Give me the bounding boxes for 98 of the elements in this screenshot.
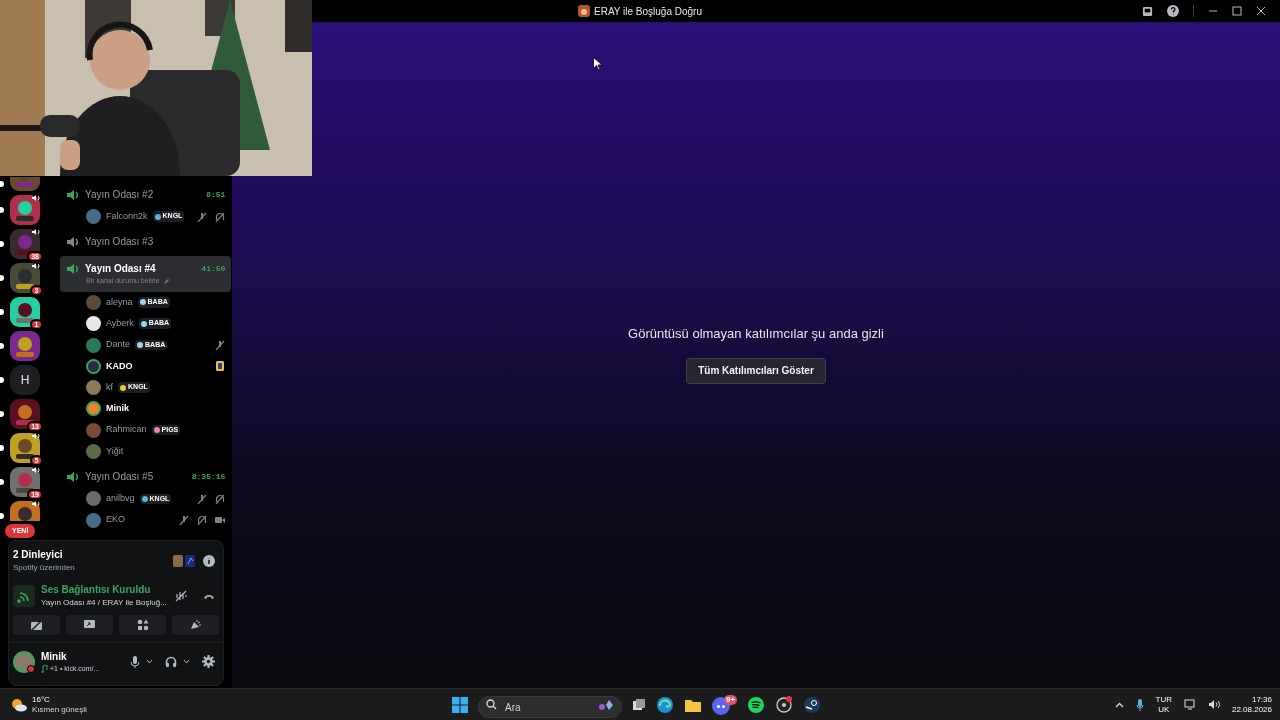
clock-time[interactable]: 17:36	[1251, 694, 1272, 705]
channel-name[interactable]: Yayın Odası #5	[85, 469, 186, 485]
server-icon[interactable]	[10, 263, 40, 293]
channel-name[interactable]: Yayın Odası #3	[85, 234, 226, 250]
user-name[interactable]: kf	[106, 380, 113, 395]
user-name[interactable]: Falconn2k	[106, 209, 148, 224]
user-name[interactable]: Dante	[106, 338, 131, 352]
microphone-icon[interactable]	[130, 655, 140, 668]
clock-date[interactable]: 22.08.2026	[1231, 704, 1272, 715]
recorder-icon[interactable]	[775, 695, 794, 714]
avatars-icon	[173, 554, 197, 567]
music-note-icon	[41, 665, 48, 674]
search-field[interactable]: Ara	[478, 696, 622, 718]
window-title: ERAY ile Boşluğa Doğru	[594, 4, 702, 19]
weather-condition: Kısmen güneşli	[32, 704, 87, 715]
server-icon[interactable]	[10, 433, 40, 463]
channel-name[interactable]: Yayın Odası #2	[85, 187, 201, 202]
unread-indicator	[0, 479, 4, 485]
unread-indicator	[0, 309, 4, 315]
maximize-icon[interactable]	[1232, 6, 1242, 16]
close-icon[interactable]	[1256, 6, 1266, 16]
user-name[interactable]: anilbvg	[106, 492, 135, 506]
server-icon[interactable]	[10, 331, 40, 361]
unread-indicator	[0, 513, 4, 519]
listeners-title: 2 Dinleyici	[13, 548, 64, 562]
unread-indicator	[0, 445, 4, 451]
user-name[interactable]: Minik	[106, 402, 129, 416]
chevron-up-icon[interactable]	[1114, 701, 1124, 708]
camera-off-button[interactable]	[13, 615, 60, 635]
server-icon[interactable]	[10, 195, 40, 225]
server-icon[interactable]: H	[10, 365, 40, 395]
settings-icon[interactable]	[202, 655, 215, 669]
camera-off-icon	[30, 619, 43, 631]
music-app-icon[interactable]	[747, 695, 766, 714]
weather-icon[interactable]	[10, 696, 28, 713]
unread-indicator	[0, 181, 4, 187]
server-icon[interactable]	[10, 501, 40, 521]
unread-indicator	[0, 241, 4, 247]
activities-button[interactable]	[119, 615, 166, 635]
microphone-icon[interactable]	[1135, 698, 1144, 711]
network-icon[interactable]	[1183, 699, 1196, 710]
pencil-icon[interactable]	[162, 278, 170, 286]
input-language[interactable]: TUR	[1155, 694, 1172, 705]
user-avatar[interactable]	[86, 316, 101, 332]
server-icon[interactable]	[10, 297, 40, 327]
keyboard-layout[interactable]: UK	[1158, 704, 1170, 715]
soundboard-button[interactable]	[172, 615, 219, 635]
call-duration: 8:51	[206, 188, 226, 201]
start-icon[interactable]	[452, 696, 468, 713]
search-icon	[486, 699, 497, 710]
listeners-subtitle: Spotify üzerinden	[13, 562, 76, 574]
task-view-icon[interactable]	[632, 697, 646, 712]
user-name[interactable]: Rahmican	[106, 423, 147, 437]
headphones-icon[interactable]	[165, 655, 177, 668]
shapes-icon	[136, 619, 149, 631]
caret-icon[interactable]	[146, 659, 153, 665]
channel-item[interactable]: Yayın Odası #5 8:35:16	[60, 465, 232, 489]
call-duration: 41:50	[201, 262, 226, 275]
volume-icon[interactable]	[1207, 699, 1220, 710]
inbox-icon[interactable]	[1142, 5, 1153, 17]
notification-badge: 9+	[724, 694, 738, 705]
server-icon[interactable]	[10, 229, 40, 259]
channel-name: Yayın Odası #4	[85, 262, 157, 277]
hidden-participants-message: Görüntüsü olmayan katılımcılar şu anda gizli	[628, 325, 884, 343]
user-avatar[interactable]	[86, 358, 101, 374]
show-all-participants-button[interactable]: Tüm Katılımcıları Göster	[686, 357, 826, 384]
voice-channel: Yayın Odası #4 / ERAY ile Boşluğ...	[41, 597, 168, 609]
user-name[interactable]: Ayberk	[106, 317, 134, 331]
party-popper-icon	[189, 619, 202, 631]
caret-icon[interactable]	[183, 659, 190, 665]
unread-indicator	[0, 343, 4, 349]
channel-item[interactable]: Yayın Odası #2 8:51	[60, 183, 232, 206]
unread-indicator	[0, 411, 4, 417]
help-icon[interactable]	[1167, 5, 1179, 17]
unread-indicator	[0, 377, 4, 383]
user-name[interactable]: aleyna	[106, 295, 133, 310]
noise-off-icon[interactable]	[175, 589, 187, 602]
unread-indicator	[0, 207, 4, 213]
user-name[interactable]: EKO	[106, 513, 125, 527]
cursor-icon	[593, 57, 602, 71]
server-icon[interactable]	[10, 399, 40, 429]
screen-share-icon	[83, 619, 96, 631]
user-name[interactable]: Yiğit	[106, 444, 124, 459]
user-avatar[interactable]	[86, 401, 101, 417]
unread-indicator	[0, 275, 4, 281]
signal-icon	[13, 584, 35, 607]
user-name[interactable]: KADO	[106, 359, 133, 374]
server-icon[interactable]	[10, 467, 40, 497]
user-name: Minik	[41, 650, 68, 664]
share-screen-button[interactable]	[66, 615, 113, 635]
server-icon	[578, 5, 590, 17]
info-icon[interactable]	[203, 554, 215, 567]
channel-item[interactable]: Yayın Odası #3	[60, 230, 232, 254]
browser-icon[interactable]	[656, 695, 674, 714]
voice-status: Ses Bağlantısı Kuruldu	[41, 583, 152, 597]
user-avatar[interactable]	[13, 650, 35, 673]
call-duration: 8:35:16	[191, 470, 226, 483]
temperature: 16°C	[32, 694, 51, 705]
